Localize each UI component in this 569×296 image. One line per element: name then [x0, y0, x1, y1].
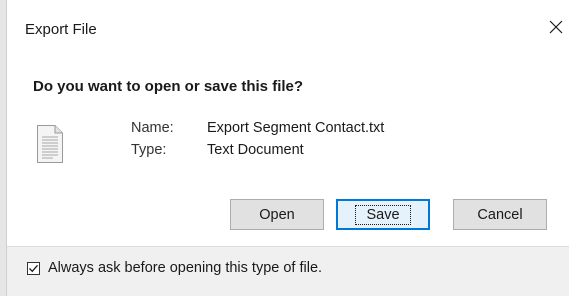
file-name-label: Name: [131, 120, 174, 136]
dialog-title: Export File [25, 21, 97, 38]
always-ask-option[interactable]: Always ask before opening this type of f… [27, 260, 322, 276]
export-file-dialog: Export File Do you want to open or save … [6, 0, 569, 296]
file-details: Name: Export Segment Contact.txt Type: T… [131, 120, 384, 158]
file-name-value: Export Segment Contact.txt [207, 120, 385, 136]
dialog-question: Do you want to open or save this file? [33, 78, 304, 95]
always-ask-label: Always ask before opening this type of f… [48, 260, 323, 276]
cancel-button[interactable]: Cancel [453, 199, 547, 230]
close-button[interactable] [545, 14, 567, 40]
save-button[interactable]: Save [336, 199, 430, 230]
open-button[interactable]: Open [230, 199, 324, 230]
dialog-footer: Always ask before opening this type of f… [7, 246, 569, 296]
file-type-value: Text Document [207, 142, 304, 158]
checkmark-icon [29, 264, 38, 272]
always-ask-checkbox[interactable] [27, 261, 40, 275]
save-button-label: Save [355, 204, 411, 225]
cancel-button-label: Cancel [477, 206, 523, 223]
close-icon [549, 20, 563, 34]
file-type-label: Type: [131, 142, 167, 158]
text-file-icon [37, 125, 63, 163]
open-button-label: Open [259, 206, 295, 223]
